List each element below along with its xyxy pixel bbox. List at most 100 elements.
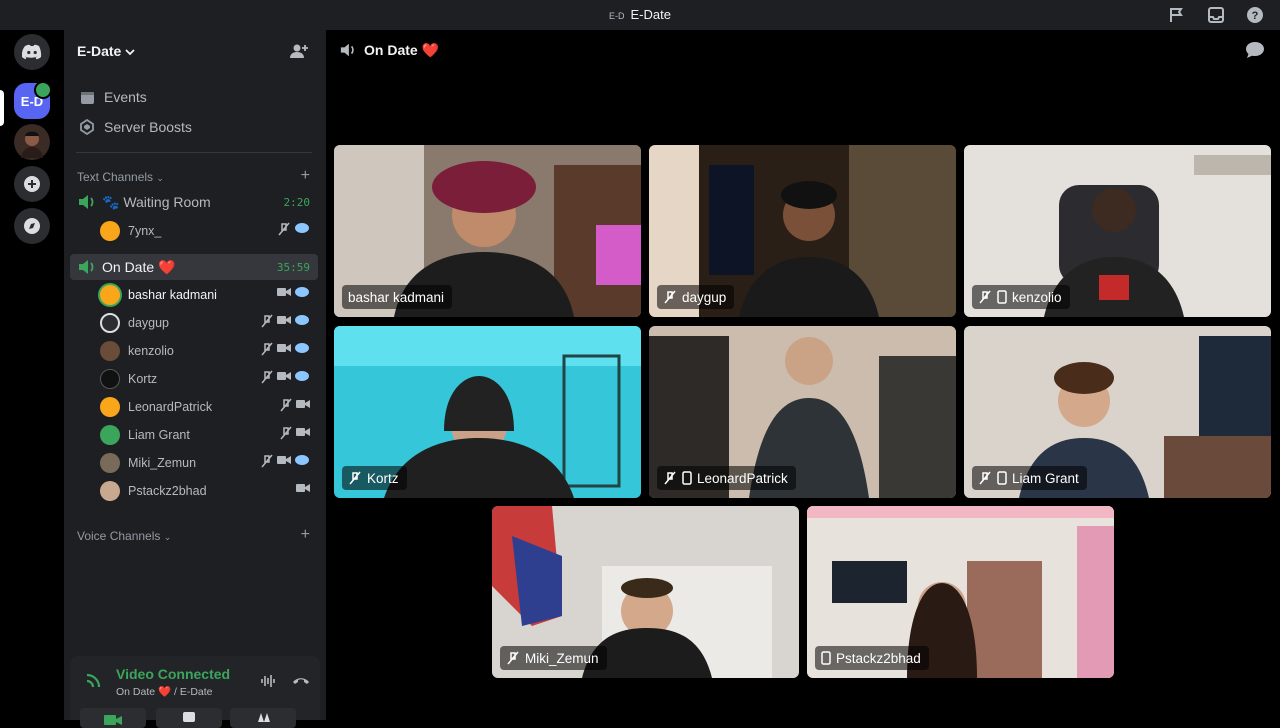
muted-mic-icon [979,290,991,304]
svg-text:?: ? [1252,10,1259,22]
soundboard-button[interactable] [302,708,318,728]
channel-on-date[interactable]: On Date ❤️ 35:59 [70,254,318,280]
mobile-icon [821,651,831,665]
calendar-icon [80,91,94,104]
on-date-label: On Date ❤️ [102,258,176,275]
participant-name: LeonardPatrick [697,470,788,486]
waiting-room-label: 🐾 Waiting Room [102,193,211,210]
video-tile-miki-zemun[interactable]: Miki_Zemun [492,506,799,678]
server-boosts-item[interactable]: Server Boosts [70,114,318,140]
server-e-date[interactable]: E-D [14,81,52,119]
member-leonardpatrick[interactable]: LeonardPatrick [100,395,310,419]
member-name: Pstackz2bhad [128,484,207,498]
boost-icon [80,119,94,135]
participant-name: kenzolio [1012,289,1062,305]
activities-icon [258,713,270,722]
disconnect-icon[interactable] [292,676,310,686]
guild-name[interactable]: E-Date [77,43,135,59]
speaker-icon [340,43,354,57]
muted-mic-icon [349,471,361,485]
voice-channels-category[interactable]: Voice Channels ⌄ [77,529,171,543]
voice-channels-label: Voice Channels [77,529,161,543]
mobile-icon [997,290,1007,304]
participant-name: Miki_Zemun [525,650,599,666]
events-item[interactable]: Events [70,84,318,110]
avatar [100,285,120,305]
video-tile-daygup[interactable]: daygup [649,145,956,317]
participant-tag: daygup [657,285,735,309]
mobile-icon [997,471,1007,485]
video-tile-kenzolio[interactable]: kenzolio [964,145,1271,317]
speech-bubble-icon [295,223,309,233]
add-member-icon[interactable] [290,43,308,59]
chat-icon[interactable] [1245,41,1265,59]
chevron-down-icon [125,49,135,56]
participant-name: daygup [682,289,727,305]
create-voice-channel-icon[interactable]: + [301,526,310,544]
help-icon[interactable]: ? [1246,6,1264,24]
member-name: 7ynx_ [128,224,162,238]
member-miki-zemun[interactable]: Miki_Zemun [100,451,310,475]
screen-share-button[interactable] [156,708,222,728]
server-avatar[interactable] [14,124,50,160]
add-server-button[interactable] [14,166,50,202]
voice-status[interactable]: Video Connected [116,666,230,682]
server-rail: E-D [0,30,64,720]
member-bashar-kadmani[interactable]: bashar kadmani [100,283,310,307]
video-indicator-icon [34,81,52,99]
video-tile-pstackz2bhad[interactable]: Pstackz2bhad [807,506,1114,678]
member-kenzolio[interactable]: kenzolio [100,339,310,363]
title-bar: E-D E-Date ? [0,0,1280,30]
avatar [100,341,120,361]
camera-icon [296,428,310,436]
guild-name-text: E-Date [77,43,122,59]
flag-icon[interactable] [1168,6,1186,24]
noise-suppression-icon[interactable] [260,674,276,688]
chevron-down-icon: ⌄ [156,173,164,183]
video-tile-kortz[interactable]: Kortz [334,326,641,498]
speaker-icon [79,260,94,274]
chevron-down-icon: ⌄ [163,532,172,542]
inbox-icon[interactable] [1207,6,1225,24]
participant-name: Pstackz2bhad [836,650,921,666]
sidebar-divider [76,152,312,153]
server-boosts-label: Server Boosts [104,119,192,135]
window-title: E-D E-Date [0,7,1280,22]
discord-home-button[interactable] [14,34,50,70]
member-daygup[interactable]: daygup [100,311,310,335]
member-name: bashar kadmani [128,288,217,302]
muted-mic-icon [261,454,273,468]
participant-name: Liam Grant [1012,470,1079,486]
participant-tag: Pstackz2bhad [815,646,929,670]
speaker-icon [79,195,94,209]
avatar [100,425,120,445]
avatar [100,313,120,333]
text-channels-category[interactable]: Text Channels ⌄ [77,170,164,184]
discover-button[interactable] [14,208,50,244]
camera-icon [277,288,291,296]
video-tile-leonardpatrick[interactable]: LeonardPatrick [649,326,956,498]
muted-mic-icon [278,222,290,236]
muted-mic-icon [261,370,273,384]
member-kortz[interactable]: Kortz [100,367,310,391]
create-text-channel-icon[interactable]: + [301,167,310,185]
voice-location[interactable]: On Date ❤️ / E-Date [116,685,213,698]
video-tile-bashar-kadmani[interactable]: bashar kadmani [334,145,641,317]
member-name: Liam Grant [128,428,190,442]
participant-tag: LeonardPatrick [657,466,796,490]
voice-connection-panel: Video Connected On Date ❤️ / E-Date [70,656,320,728]
camera-icon [277,372,291,380]
speech-bubble-icon [295,343,309,353]
channel-waiting-room[interactable]: 🐾 Waiting Room 2:20 [70,189,318,215]
avatar [100,221,120,241]
member-7ynx[interactable]: 7ynx_ [100,219,310,243]
camera-button[interactable] [80,708,146,728]
main-header: On Date ❤️ [340,40,439,60]
person-avatar-icon [21,131,43,158]
guild-header[interactable]: E-Date [64,30,326,72]
activities-button[interactable] [230,708,296,728]
member-pstackz2bhad[interactable]: Pstackz2bhad [100,479,310,503]
video-tile-liam-grant[interactable]: Liam Grant [964,326,1271,498]
member-liam-grant[interactable]: Liam Grant [100,423,310,447]
participant-name: bashar kadmani [348,289,445,305]
